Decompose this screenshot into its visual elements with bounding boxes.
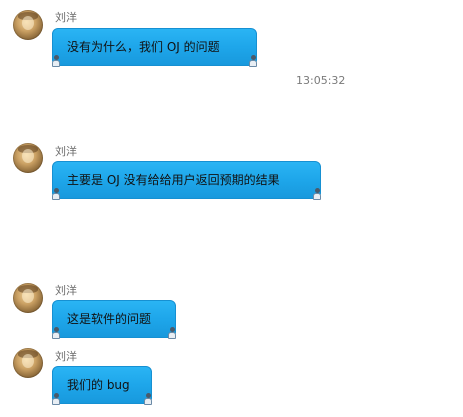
avatar[interactable] [13,10,43,40]
sender-name: 刘洋 [55,350,77,363]
message-text: 我们的 bug [67,378,130,392]
chat-window: 刘洋 没有为什么，我们 OJ 的问题 13:05:32 刘洋 主要是 OJ 没有… [0,0,463,417]
chat-figure-icon [247,55,259,67]
chat-figure-icon [166,327,178,339]
sender-name: 刘洋 [55,145,77,158]
message-bubble[interactable]: 没有为什么，我们 OJ 的问题 [50,28,259,67]
message-bubble[interactable]: 主要是 OJ 没有给给用户返回预期的结果 [50,161,323,200]
message-bubble[interactable]: 我们的 bug [50,366,154,405]
chat-figure-icon [311,188,323,200]
chat-figure-icon [50,55,62,67]
chat-figure-icon [142,393,154,405]
message-bubble[interactable]: 这是软件的问题 [50,300,178,339]
message-text: 没有为什么，我们 OJ 的问题 [67,40,220,54]
avatar-face [22,16,34,30]
message-text: 这是软件的问题 [67,312,152,326]
avatar[interactable] [13,283,43,313]
chat-figure-icon [50,393,62,405]
avatar-face [22,149,34,163]
avatar-face [22,354,34,368]
avatar-face [22,289,34,303]
message-text: 主要是 OJ 没有给给用户返回预期的结果 [67,173,280,187]
avatar[interactable] [13,348,43,378]
chat-figure-icon [50,188,62,200]
message-timestamp: 13:05:32 [296,74,346,87]
chat-figure-icon [50,327,62,339]
sender-name: 刘洋 [55,284,77,297]
sender-name: 刘洋 [55,11,77,24]
avatar[interactable] [13,143,43,173]
